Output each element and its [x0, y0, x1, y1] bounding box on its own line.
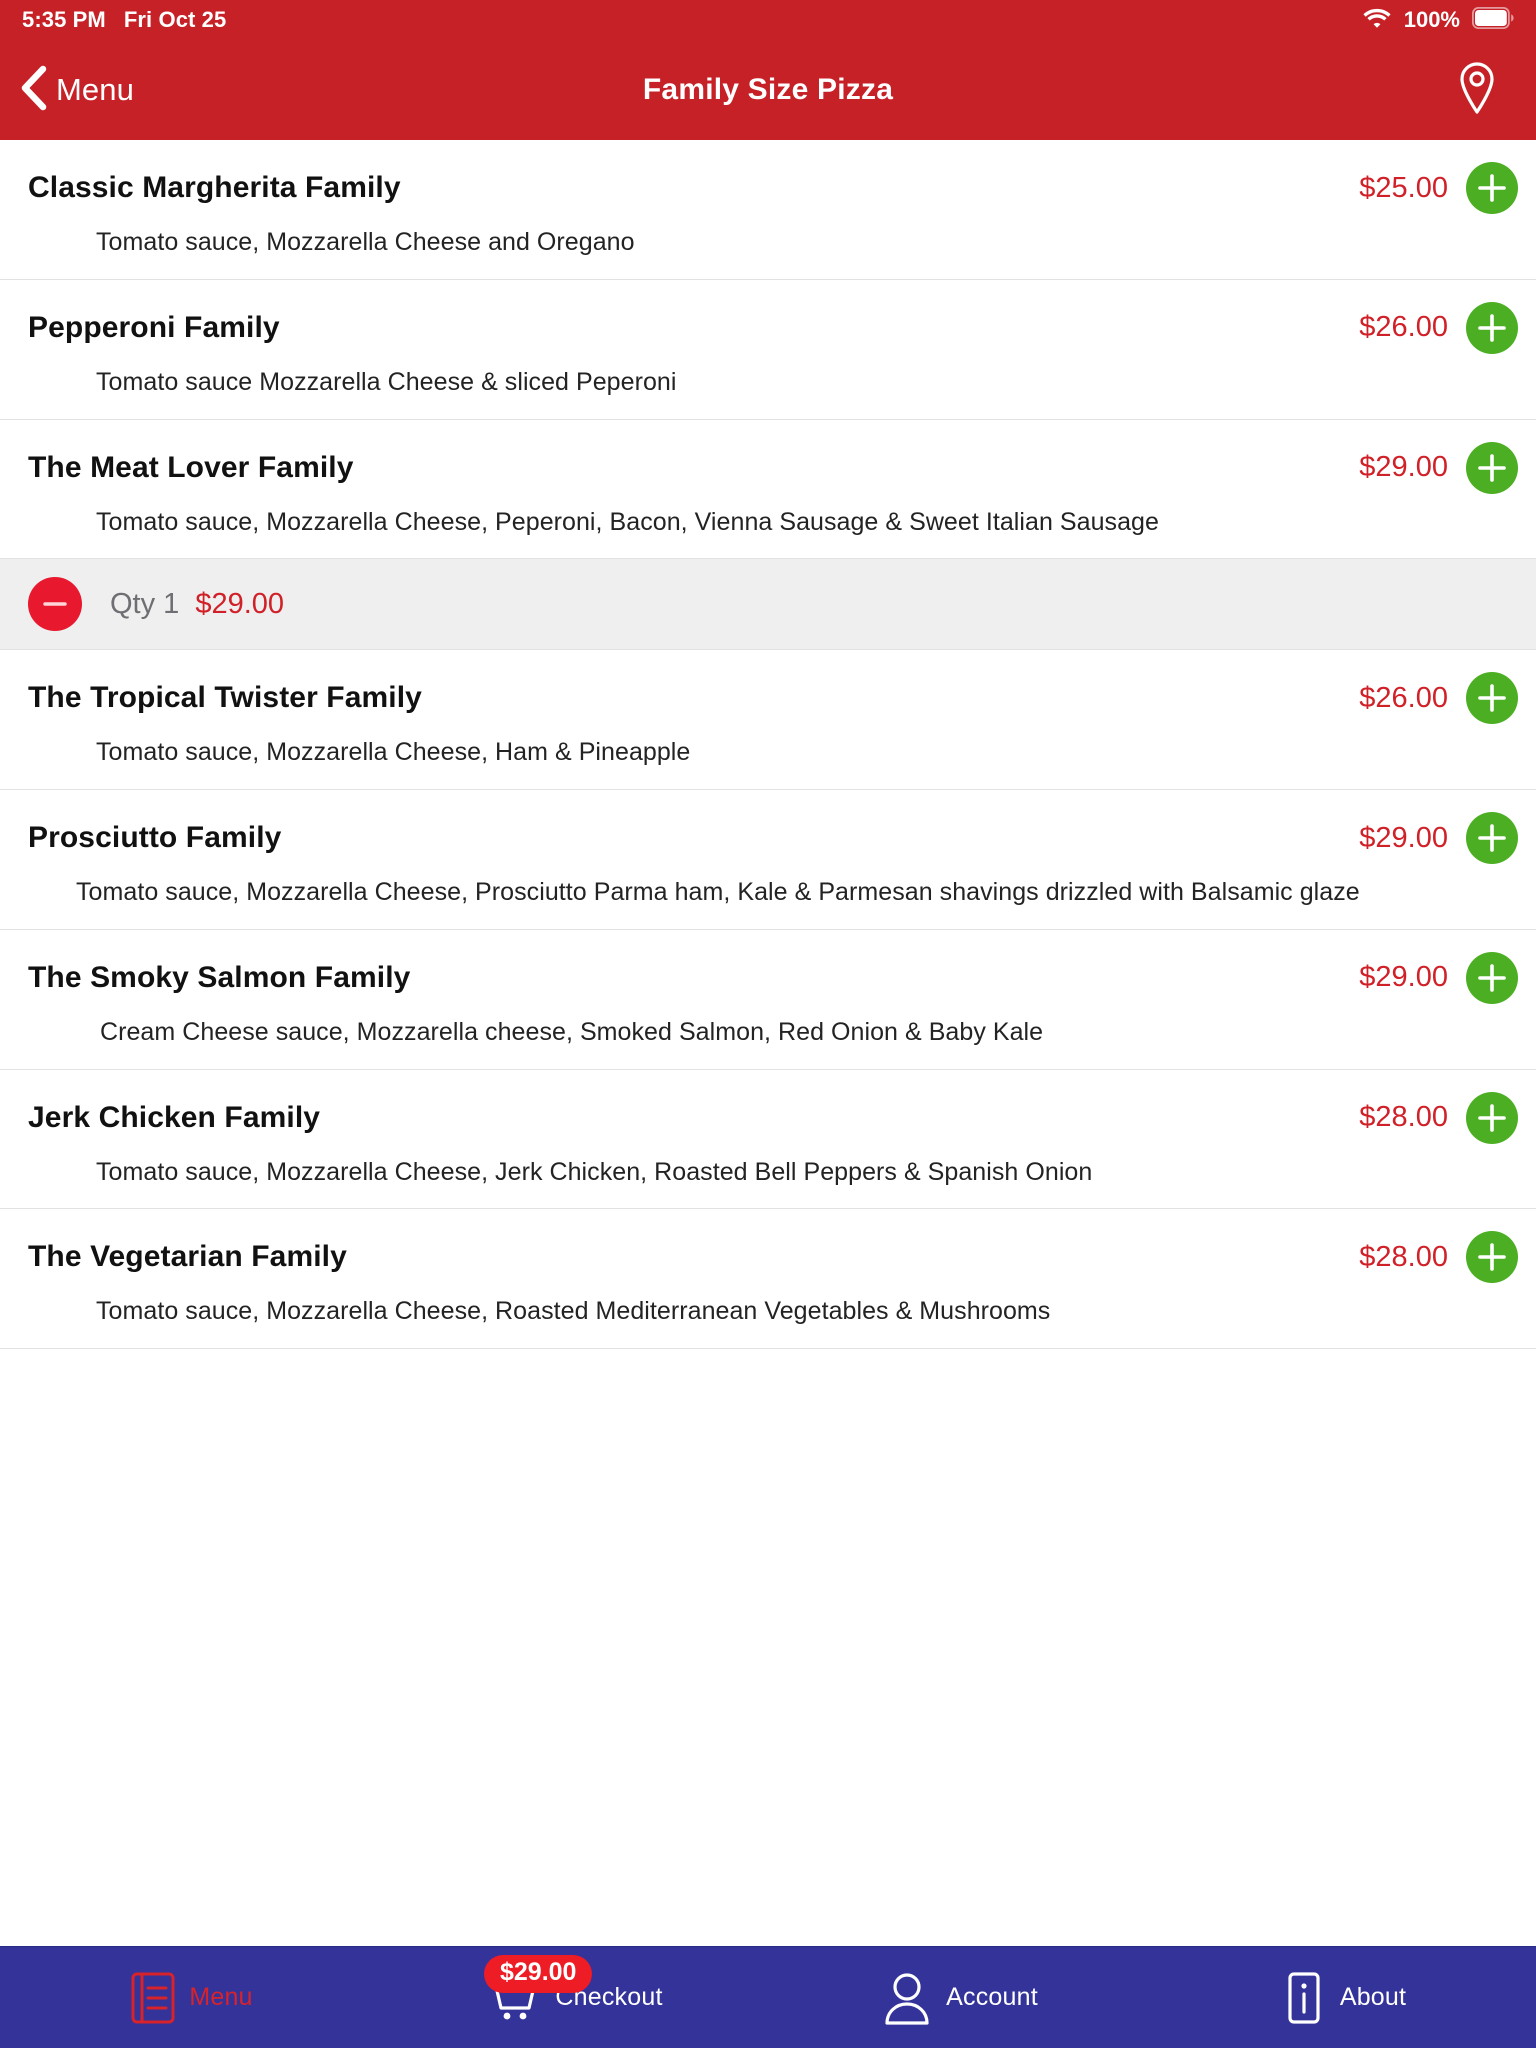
location-button[interactable]: [1454, 60, 1536, 121]
cart-quantity-row: Qty 1 $29.00: [0, 558, 1536, 651]
battery-percentage: 100%: [1403, 7, 1460, 32]
menu-item-description: Tomato sauce, Mozzarella Cheese, Ham & P…: [96, 738, 691, 767]
remove-item-button[interactable]: [28, 577, 82, 632]
tab-account-label: Account: [946, 1983, 1038, 2011]
add-item-button[interactable]: [1466, 812, 1518, 864]
status-bar-right: 100%: [1362, 6, 1514, 34]
add-item-button[interactable]: [1466, 951, 1518, 1004]
menu-item-list: Classic Margherita Family $25.00 Tomato …: [0, 140, 1536, 1946]
menu-item-price: $25.00: [1359, 171, 1448, 204]
menu-item-row[interactable]: Classic Margherita Family $25.00 Tomato …: [0, 140, 1536, 280]
menu-item-row[interactable]: The Meat Lover Family $29.00 Tomato sauc…: [0, 419, 1536, 559]
tab-menu[interactable]: Menu: [0, 1947, 384, 2048]
menu-item-row[interactable]: The Tropical Twister Family $26.00 Tomat…: [0, 650, 1536, 790]
menu-item-name: The Smoky Salmon Family: [28, 960, 411, 994]
menu-item-row[interactable]: Prosciutto Family $29.00 Tomato sauce, M…: [0, 790, 1536, 930]
info-icon: [1282, 1971, 1326, 2025]
menu-item-price: $29.00: [1359, 451, 1448, 483]
page-title: Family Size Pizza: [642, 73, 894, 106]
menu-item-description: Tomato sauce, Mozzarella Cheese, Roasted…: [96, 1297, 1051, 1326]
menu-item-row[interactable]: Pepperoni Family $26.00 Tomato sauce Moz…: [0, 279, 1536, 420]
menu-item-price: $29.00: [1359, 961, 1448, 994]
menu-item-name: The Meat Lover Family: [28, 450, 354, 484]
tab-about[interactable]: About: [1152, 1947, 1536, 2048]
tab-account[interactable]: Account: [768, 1947, 1152, 2048]
back-button-label: Menu: [56, 72, 134, 107]
tab-bar: Menu $29.00 Checkout Account About: [0, 1946, 1536, 2048]
status-bar: 5:35 PM Fri Oct 25 100%: [0, 0, 1536, 40]
menu-item-description: Tomato sauce Mozzarella Cheese & sliced …: [96, 367, 677, 396]
menu-item-header: The Smoky Salmon Family $29.00: [0, 951, 1536, 1004]
menu-item-header: The Vegetarian Family $28.00: [0, 1231, 1536, 1284]
add-item-button[interactable]: [1466, 1231, 1518, 1284]
status-date: Fri Oct 25: [123, 7, 227, 32]
menu-item-row[interactable]: The Smoky Salmon Family $29.00 Cream Che…: [0, 929, 1536, 1070]
app-screen: 5:35 PM Fri Oct 25 100% Menu Family Size…: [0, 0, 1536, 2048]
menu-item-header: Pepperoni Family $26.00: [0, 301, 1536, 354]
menu-item-price: $28.00: [1359, 1101, 1448, 1133]
back-button[interactable]: Menu: [0, 65, 134, 116]
add-item-button[interactable]: [1466, 1091, 1518, 1144]
location-pin-icon: [1454, 60, 1500, 121]
menu-item-name: Pepperoni Family: [28, 310, 280, 344]
person-icon: [882, 1971, 932, 2025]
menu-item-name: The Vegetarian Family: [28, 1240, 347, 1274]
battery-icon: [1471, 6, 1514, 34]
menu-item-description: Tomato sauce, Mozzarella Cheese and Oreg…: [96, 228, 635, 256]
cart-total-badge: $29.00: [484, 1955, 593, 1993]
quantity-line-price: $29.00: [195, 587, 285, 620]
add-item-button[interactable]: [1466, 162, 1518, 214]
menu-item-description: Tomato sauce, Mozzarella Cheese, Jerk Ch…: [96, 1157, 1093, 1186]
menu-item-name: Jerk Chicken Family: [28, 1100, 321, 1134]
menu-item-header: Jerk Chicken Family $28.00: [0, 1091, 1536, 1144]
status-time: 5:35 PM: [22, 7, 106, 32]
menu-book-icon: [131, 1971, 175, 2025]
menu-item-price: $26.00: [1359, 311, 1448, 344]
add-item-button[interactable]: [1466, 301, 1518, 354]
menu-item-description: Cream Cheese sauce, Mozzarella cheese, S…: [100, 1017, 1044, 1046]
menu-item-header: The Meat Lover Family $29.00: [0, 441, 1536, 494]
nav-bar: Menu Family Size Pizza: [0, 40, 1536, 140]
add-item-button[interactable]: [1466, 441, 1518, 494]
chevron-left-icon: [16, 65, 50, 116]
menu-item-header: Classic Margherita Family $25.00: [0, 162, 1536, 214]
menu-item-name: Classic Margherita Family: [28, 171, 401, 204]
menu-item-header: The Tropical Twister Family $26.00: [0, 672, 1536, 725]
status-bar-left: 5:35 PM Fri Oct 25: [22, 7, 226, 33]
menu-item-row[interactable]: Jerk Chicken Family $28.00 Tomato sauce,…: [0, 1069, 1536, 1210]
wifi-icon: [1362, 7, 1392, 34]
menu-item-row[interactable]: The Vegetarian Family $28.00 Tomato sauc…: [0, 1209, 1536, 1349]
tab-menu-label: Menu: [189, 1983, 253, 2011]
menu-item-name: Prosciutto Family: [28, 821, 282, 854]
menu-item-name: The Tropical Twister Family: [28, 681, 422, 715]
menu-item-price: $26.00: [1359, 681, 1448, 714]
tab-checkout[interactable]: $29.00 Checkout: [384, 1947, 768, 2048]
menu-item-price: $28.00: [1359, 1240, 1448, 1273]
add-item-button[interactable]: [1466, 672, 1518, 725]
menu-item-description: Tomato sauce, Mozzarella Cheese, Prosciu…: [76, 878, 1360, 906]
tab-about-label: About: [1339, 1983, 1407, 2011]
menu-item-header: Prosciutto Family $29.00: [0, 812, 1536, 864]
quantity-label: Qty 1: [110, 587, 180, 620]
menu-item-description: Tomato sauce, Mozzarella Cheese, Peperon…: [96, 507, 1159, 536]
menu-item-price: $29.00: [1359, 821, 1448, 854]
